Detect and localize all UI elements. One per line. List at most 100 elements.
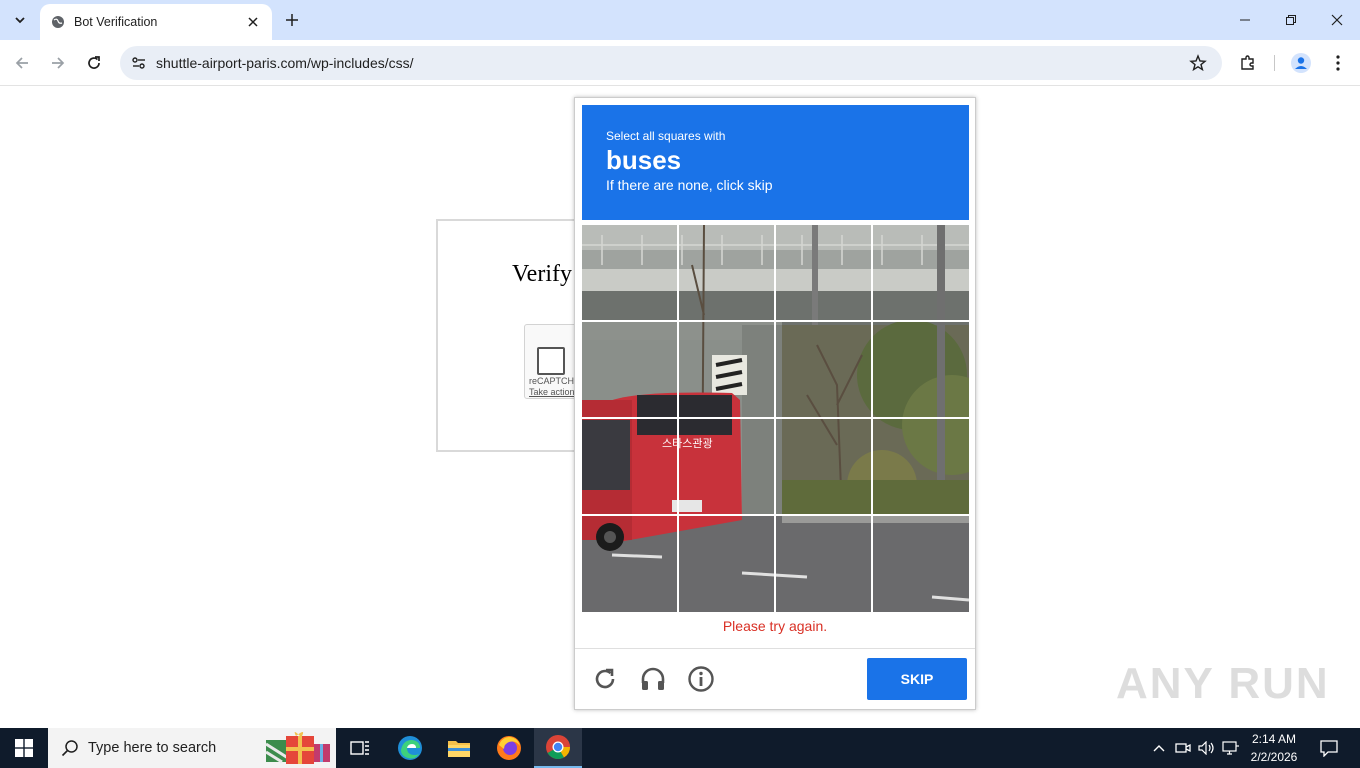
browser-menu-button[interactable]: [1323, 48, 1353, 78]
extensions-button[interactable]: [1233, 48, 1263, 78]
challenge-footer: SKIP: [575, 648, 975, 710]
challenge-tile-16[interactable]: [872, 515, 969, 612]
recaptcha-checkbox[interactable]: [537, 347, 565, 375]
firefox-button[interactable]: [485, 728, 533, 768]
tab-strip: Bot Verification: [0, 0, 1360, 40]
taskbar-clock[interactable]: 2:14 AM 2/2/2026: [1244, 730, 1304, 766]
notifications-button[interactable]: [1314, 728, 1344, 768]
puzzle-icon: [1241, 55, 1254, 70]
speaker-icon: [1198, 741, 1214, 755]
more-vertical-icon: [1336, 55, 1340, 71]
edge-icon: [398, 736, 422, 760]
plus-icon: [286, 14, 298, 26]
taskbar: Type here to search 2:14 AM 2/2/2026: [0, 728, 1360, 768]
camera-icon: [1175, 743, 1191, 753]
minimize-icon: [1240, 19, 1250, 21]
close-window-button[interactable]: [1314, 0, 1360, 40]
task-view-icon: [350, 741, 369, 755]
network-icon: [1222, 741, 1239, 755]
recaptcha-challenge: Select all squares with buses If there a…: [574, 97, 976, 710]
anyrun-watermark: ANY RUN: [1116, 659, 1330, 708]
tab-title: Bot Verification: [74, 15, 158, 29]
info-icon: [688, 666, 714, 692]
challenge-tile-3[interactable]: [776, 225, 873, 322]
challenge-tile-6[interactable]: [679, 322, 776, 419]
firefox-icon: [497, 736, 521, 760]
meet-now-button[interactable]: [1174, 728, 1192, 768]
challenge-tile-7[interactable]: [776, 322, 873, 419]
challenge-tile-2[interactable]: [679, 225, 776, 322]
toolbar-divider: [1274, 55, 1275, 71]
headphones-icon: [641, 667, 665, 690]
challenge-tile-4[interactable]: [872, 225, 969, 322]
start-button[interactable]: [0, 728, 48, 768]
chrome-button[interactable]: [534, 728, 582, 768]
restore-icon: [1286, 15, 1296, 25]
challenge-tile-13[interactable]: [582, 515, 679, 612]
search-icon: [60, 738, 80, 758]
notification-icon: [1320, 740, 1338, 757]
challenge-tile-15[interactable]: [776, 515, 873, 612]
skip-button[interactable]: SKIP: [867, 658, 967, 700]
task-view-button[interactable]: [336, 728, 384, 768]
challenge-tile-11[interactable]: [776, 419, 873, 516]
chevron-up-icon: [1153, 745, 1165, 752]
reload-button[interactable]: [79, 48, 109, 78]
new-tab-button[interactable]: [280, 8, 304, 32]
page-content: Verify reCAPTCHA Take action Select all …: [0, 87, 1360, 728]
audio-challenge-button[interactable]: [637, 663, 669, 695]
reload-icon: [88, 56, 100, 69]
challenge-tile-1[interactable]: [582, 225, 679, 322]
challenge-tile-8[interactable]: [872, 322, 969, 419]
tab-close-icon[interactable]: [244, 13, 262, 31]
tab-bot-verification[interactable]: Bot Verification: [40, 4, 272, 40]
volume-button[interactable]: [1197, 728, 1217, 768]
close-icon: [1331, 14, 1343, 26]
challenge-subtitle: If there are none, click skip: [606, 177, 773, 193]
globe-icon: [50, 14, 66, 30]
forward-button[interactable]: [43, 48, 73, 78]
profile-icon: [1291, 53, 1311, 73]
edge-button[interactable]: [386, 728, 434, 768]
gift-boxes-icon: [265, 732, 330, 764]
challenge-target: buses: [606, 145, 682, 175]
verify-heading: Verify: [512, 261, 572, 287]
challenge-error: Please try again.: [722, 618, 828, 634]
challenge-image-grid: 스타스관광: [582, 225, 969, 612]
search-placeholder: Type here to search: [88, 740, 217, 756]
bookmark-star-icon[interactable]: [1186, 51, 1210, 75]
clock-date: 2/2/2026: [1250, 750, 1298, 764]
challenge-tile-12[interactable]: [872, 419, 969, 516]
show-hidden-icons-button[interactable]: [1150, 728, 1168, 768]
minimize-button[interactable]: [1222, 0, 1268, 40]
reload-challenge-button[interactable]: [589, 663, 621, 695]
site-info-icon[interactable]: [128, 52, 150, 74]
profile-button[interactable]: [1286, 48, 1316, 78]
challenge-tile-14[interactable]: [679, 515, 776, 612]
taskbar-search[interactable]: Type here to search: [48, 728, 336, 768]
recaptcha-take-action-link[interactable]: Take action: [529, 387, 575, 397]
challenge-header: Select all squares with buses If there a…: [582, 105, 969, 220]
challenge-tile-10[interactable]: [679, 419, 776, 516]
browser-toolbar: shuttle-airport-paris.com/wp-includes/cs…: [0, 40, 1360, 86]
windows-logo-icon: [15, 739, 33, 757]
chevron-down-icon: [15, 17, 25, 24]
tab-search-button[interactable]: [6, 6, 34, 34]
arrow-right-icon: [52, 57, 65, 69]
refresh-icon: [595, 668, 615, 689]
arrow-left-icon: [15, 57, 28, 69]
challenge-tile-9[interactable]: [582, 419, 679, 516]
challenge-instruction: Select all squares with: [606, 129, 726, 143]
challenge-tile-5[interactable]: [582, 322, 679, 419]
file-explorer-button[interactable]: [435, 728, 483, 768]
restore-button[interactable]: [1268, 0, 1314, 40]
chrome-icon: [546, 735, 570, 760]
network-button[interactable]: [1221, 728, 1241, 768]
address-bar[interactable]: shuttle-airport-paris.com/wp-includes/cs…: [120, 46, 1222, 80]
back-button[interactable]: [7, 48, 37, 78]
clock-time: 2:14 AM: [1251, 732, 1297, 746]
info-button[interactable]: [685, 663, 717, 695]
recaptcha-label: reCAPTCHA: [529, 376, 581, 386]
url-text[interactable]: shuttle-airport-paris.com/wp-includes/cs…: [156, 55, 1186, 71]
folder-icon: [448, 741, 470, 757]
